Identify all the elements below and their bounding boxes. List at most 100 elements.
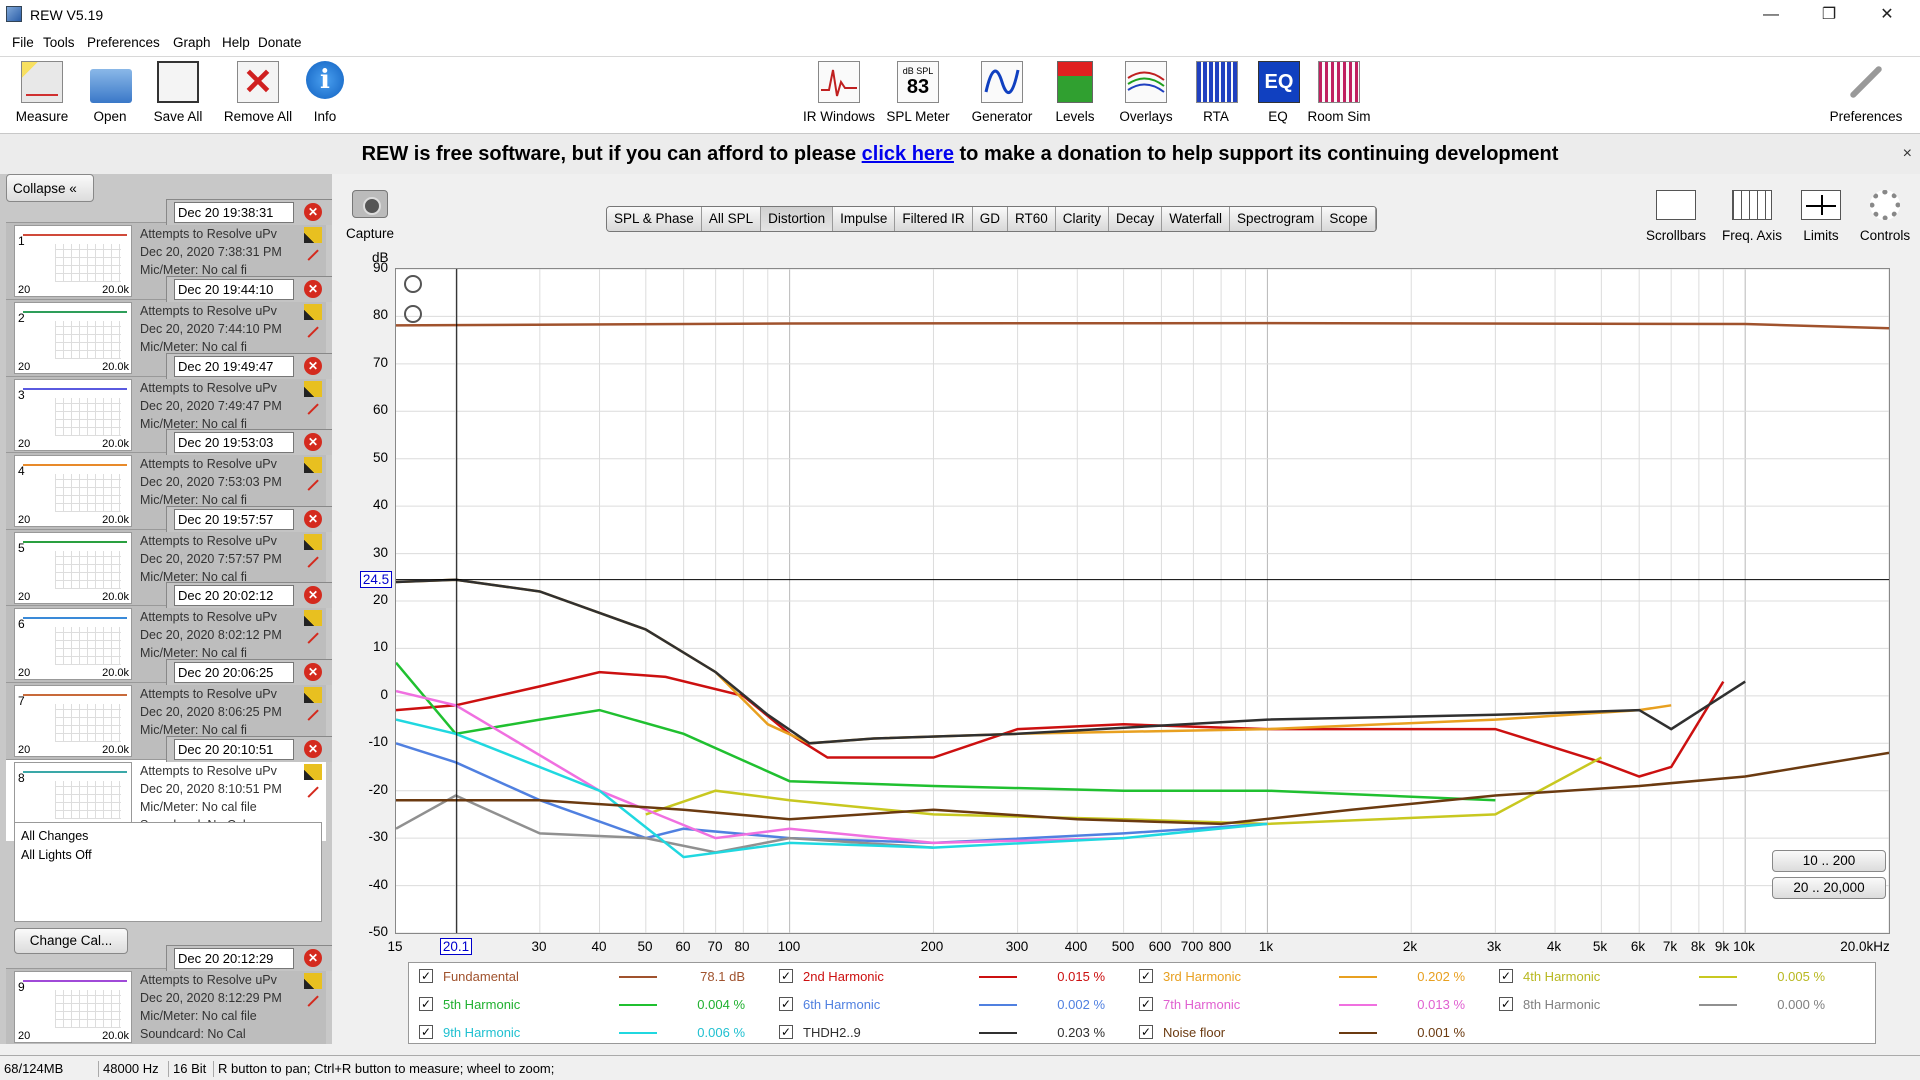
minimize-button[interactable]: —	[1742, 0, 1800, 30]
measurement-date[interactable]: Dec 20 19:44:10	[174, 279, 294, 300]
eq-button[interactable]: EQ EQ	[1258, 61, 1300, 124]
changes-item-all-changes[interactable]: All Changes	[21, 827, 315, 846]
pen-icon[interactable]	[303, 628, 319, 644]
legend-checkbox[interactable]: ✓	[1139, 1025, 1153, 1039]
delete-measurement-icon[interactable]: ✕	[304, 433, 322, 451]
legend-checkbox[interactable]: ✓	[1139, 969, 1153, 983]
tab-impulse[interactable]: Impulse	[833, 207, 896, 231]
measurement-date[interactable]: Dec 20 19:38:31	[174, 202, 294, 223]
measurement-date[interactable]: Dec 20 19:49:47	[174, 356, 294, 377]
mic-icon[interactable]	[304, 610, 322, 626]
legend-checkbox[interactable]: ✓	[1499, 969, 1513, 983]
tab-gd[interactable]: GD	[972, 207, 1008, 231]
tab-spl-phase[interactable]: SPL & Phase	[607, 207, 702, 231]
close-banner-icon[interactable]: ×	[1903, 134, 1912, 174]
delete-measurement-icon[interactable]: ✕	[304, 949, 322, 967]
tab-clarity[interactable]: Clarity	[1055, 207, 1109, 231]
measurement-date[interactable]: Dec 20 20:12:29	[174, 948, 294, 969]
scrollbars-button[interactable]: Scrollbars	[1644, 190, 1708, 243]
mic-icon[interactable]	[304, 381, 322, 397]
tab-distortion[interactable]: Distortion	[761, 207, 834, 231]
pen-icon[interactable]	[303, 322, 319, 338]
pen-icon[interactable]	[303, 705, 319, 721]
mic-icon[interactable]	[304, 457, 322, 473]
delete-measurement-icon[interactable]: ✕	[304, 663, 322, 681]
mic-icon[interactable]	[304, 973, 322, 989]
tab-scope[interactable]: Scope	[1322, 207, 1376, 231]
mic-icon[interactable]	[304, 534, 322, 550]
measurement-card[interactable]: Dec 20 20:12:29 ✕ 9 20 20.0k Attempts to…	[6, 945, 332, 1044]
range-10-200-button[interactable]: 10 .. 200	[1772, 850, 1886, 872]
plot-svg[interactable]	[395, 268, 1890, 934]
measurement-date[interactable]: Dec 20 20:02:12	[174, 585, 294, 606]
rta-button[interactable]: RTA	[1196, 61, 1238, 124]
delete-measurement-icon[interactable]: ✕	[304, 586, 322, 604]
mic-icon[interactable]	[304, 764, 322, 780]
room-sim-button[interactable]: Room Sim	[1306, 61, 1372, 124]
restore-button[interactable]: ❐	[1800, 0, 1858, 30]
capture-button[interactable]: Capture	[340, 190, 400, 241]
pen-icon[interactable]	[303, 245, 319, 261]
pen-icon[interactable]	[303, 552, 319, 568]
measurement-date[interactable]: Dec 20 19:53:03	[174, 432, 294, 453]
menu-help[interactable]: Help	[222, 35, 250, 50]
delete-measurement-icon[interactable]: ✕	[304, 203, 322, 221]
tab-spectrogram[interactable]: Spectrogram	[1230, 207, 1323, 231]
measurement-date[interactable]: Dec 20 19:57:57	[174, 509, 294, 530]
remove-all-button[interactable]: ✕ Remove All	[222, 61, 294, 124]
legend-checkbox[interactable]: ✓	[779, 969, 793, 983]
legend-checkbox[interactable]: ✓	[419, 969, 433, 983]
pen-icon[interactable]	[303, 475, 319, 491]
donate-link[interactable]: click here	[862, 143, 954, 165]
mic-icon[interactable]	[304, 304, 322, 320]
menu-file[interactable]: File	[12, 35, 34, 50]
generator-button[interactable]: Generator	[970, 61, 1034, 124]
delete-measurement-icon[interactable]: ✕	[304, 280, 322, 298]
legend-checkbox[interactable]: ✓	[1499, 997, 1513, 1011]
pen-icon[interactable]	[303, 399, 319, 415]
tab-decay[interactable]: Decay	[1108, 207, 1163, 231]
legend-checkbox[interactable]: ✓	[1139, 997, 1153, 1011]
pen-icon[interactable]	[303, 991, 319, 1007]
close-window-button[interactable]: ✕	[1858, 0, 1916, 30]
measurement-date[interactable]: Dec 20 20:10:51	[174, 739, 294, 760]
open-button[interactable]: Open	[90, 61, 132, 124]
collapse-button[interactable]: Collapse «	[6, 174, 94, 202]
save-all-button[interactable]: Save All	[150, 61, 206, 124]
legend-checkbox[interactable]: ✓	[779, 997, 793, 1011]
zoom-in-icon[interactable]	[404, 275, 422, 293]
spl-meter-button[interactable]: dB SPL 83 SPL Meter	[886, 61, 950, 124]
measure-button[interactable]: Measure	[12, 61, 72, 124]
menu-preferences[interactable]: Preferences	[87, 35, 160, 50]
levels-button[interactable]: Levels	[1050, 61, 1100, 124]
distortion-plot[interactable]	[395, 268, 1890, 934]
controls-button[interactable]: Controls	[1858, 190, 1912, 243]
range-20-20000-button[interactable]: 20 .. 20,000	[1772, 877, 1886, 899]
freq-axis-button[interactable]: Freq. Axis	[1720, 190, 1784, 243]
menu-donate[interactable]: Donate	[258, 35, 302, 50]
measurement-date[interactable]: Dec 20 20:06:25	[174, 662, 294, 683]
tab-all-spl[interactable]: All SPL	[701, 207, 762, 231]
ir-windows-button[interactable]: IR Windows	[800, 61, 878, 124]
changes-item-all-lights-off[interactable]: All Lights Off	[21, 846, 315, 865]
pen-icon[interactable]	[303, 782, 319, 798]
tab-waterfall[interactable]: Waterfall	[1162, 207, 1231, 231]
mic-icon[interactable]	[304, 227, 322, 243]
tab-rt60[interactable]: RT60	[1007, 207, 1056, 231]
zoom-out-icon[interactable]	[404, 305, 422, 323]
mic-icon[interactable]	[304, 687, 322, 703]
delete-measurement-icon[interactable]: ✕	[304, 510, 322, 528]
preferences-button[interactable]: Preferences	[1826, 61, 1906, 124]
legend-checkbox[interactable]: ✓	[419, 997, 433, 1011]
delete-measurement-icon[interactable]: ✕	[304, 740, 322, 758]
delete-measurement-icon[interactable]: ✕	[304, 357, 322, 375]
info-button[interactable]: i Info	[306, 61, 344, 124]
overlays-button[interactable]: Overlays	[1116, 61, 1176, 124]
menu-graph[interactable]: Graph	[173, 35, 211, 50]
menu-tools[interactable]: Tools	[43, 35, 75, 50]
change-cal-button[interactable]: Change Cal...	[14, 928, 128, 954]
legend-checkbox[interactable]: ✓	[419, 1025, 433, 1039]
tab-filtered-ir[interactable]: Filtered IR	[895, 207, 973, 231]
legend-checkbox[interactable]: ✓	[779, 1025, 793, 1039]
limits-button[interactable]: Limits	[1796, 190, 1846, 243]
